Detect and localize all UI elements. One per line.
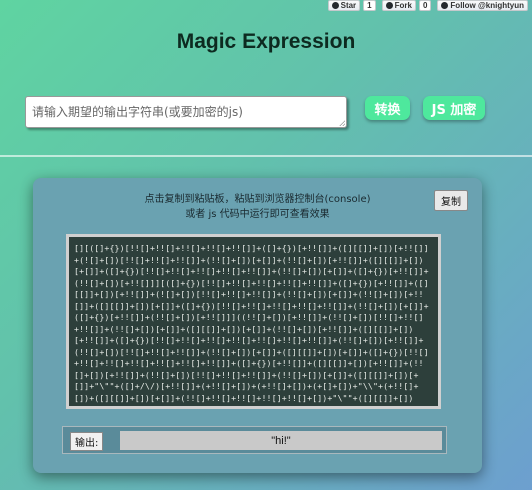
expression-input-wrapper (25, 96, 347, 128)
hint-line-1: 点击复制到粘贴板，粘贴到浏览器控制台(console) (144, 194, 371, 205)
divider (0, 155, 532, 157)
js-encrypt-button[interactable]: JS 加密 (423, 96, 485, 120)
resize-handle[interactable] (339, 120, 345, 126)
fork-count[interactable]: 0 (418, 0, 432, 11)
copy-hint: 点击复制到粘贴板，粘贴到浏览器控制台(console) 或者 js 代码中运行即… (33, 192, 482, 222)
result-panel: 点击复制到粘贴板，粘贴到浏览器控制台(console) 或者 js 代码中运行即… (33, 178, 482, 473)
page-title: Magic Expression (176, 30, 356, 53)
copy-button[interactable]: 复制 (434, 190, 468, 211)
github-buttons: Star 1 Fork 0 Follow @knightyun (327, 0, 528, 11)
encoded-code-output[interactable]: [][([]+{})[!![]+!![]+!![]+!![]+!![]]+([]… (66, 234, 441, 409)
expression-input[interactable] (26, 97, 346, 127)
github-icon (385, 2, 393, 9)
star-label: Star (340, 1, 357, 10)
hint-line-2: 或者 js 代码中运行即可查看效果 (185, 209, 330, 220)
output-label: 输出: (70, 432, 104, 451)
github-icon (331, 2, 339, 9)
follow-label: Follow @knightyun (450, 1, 524, 10)
convert-button[interactable]: 转换 (365, 96, 410, 120)
github-fork-button[interactable]: Fork 0 (381, 0, 432, 11)
output-value: "hi!" (120, 431, 442, 450)
star-count[interactable]: 1 (363, 0, 376, 11)
github-icon (441, 2, 449, 9)
fork-label: Fork (394, 1, 412, 10)
github-star-button[interactable]: Star 1 (327, 0, 376, 11)
github-follow-button[interactable]: Follow @knightyun (437, 0, 528, 11)
output-row: 输出: "hi!" (62, 426, 447, 454)
